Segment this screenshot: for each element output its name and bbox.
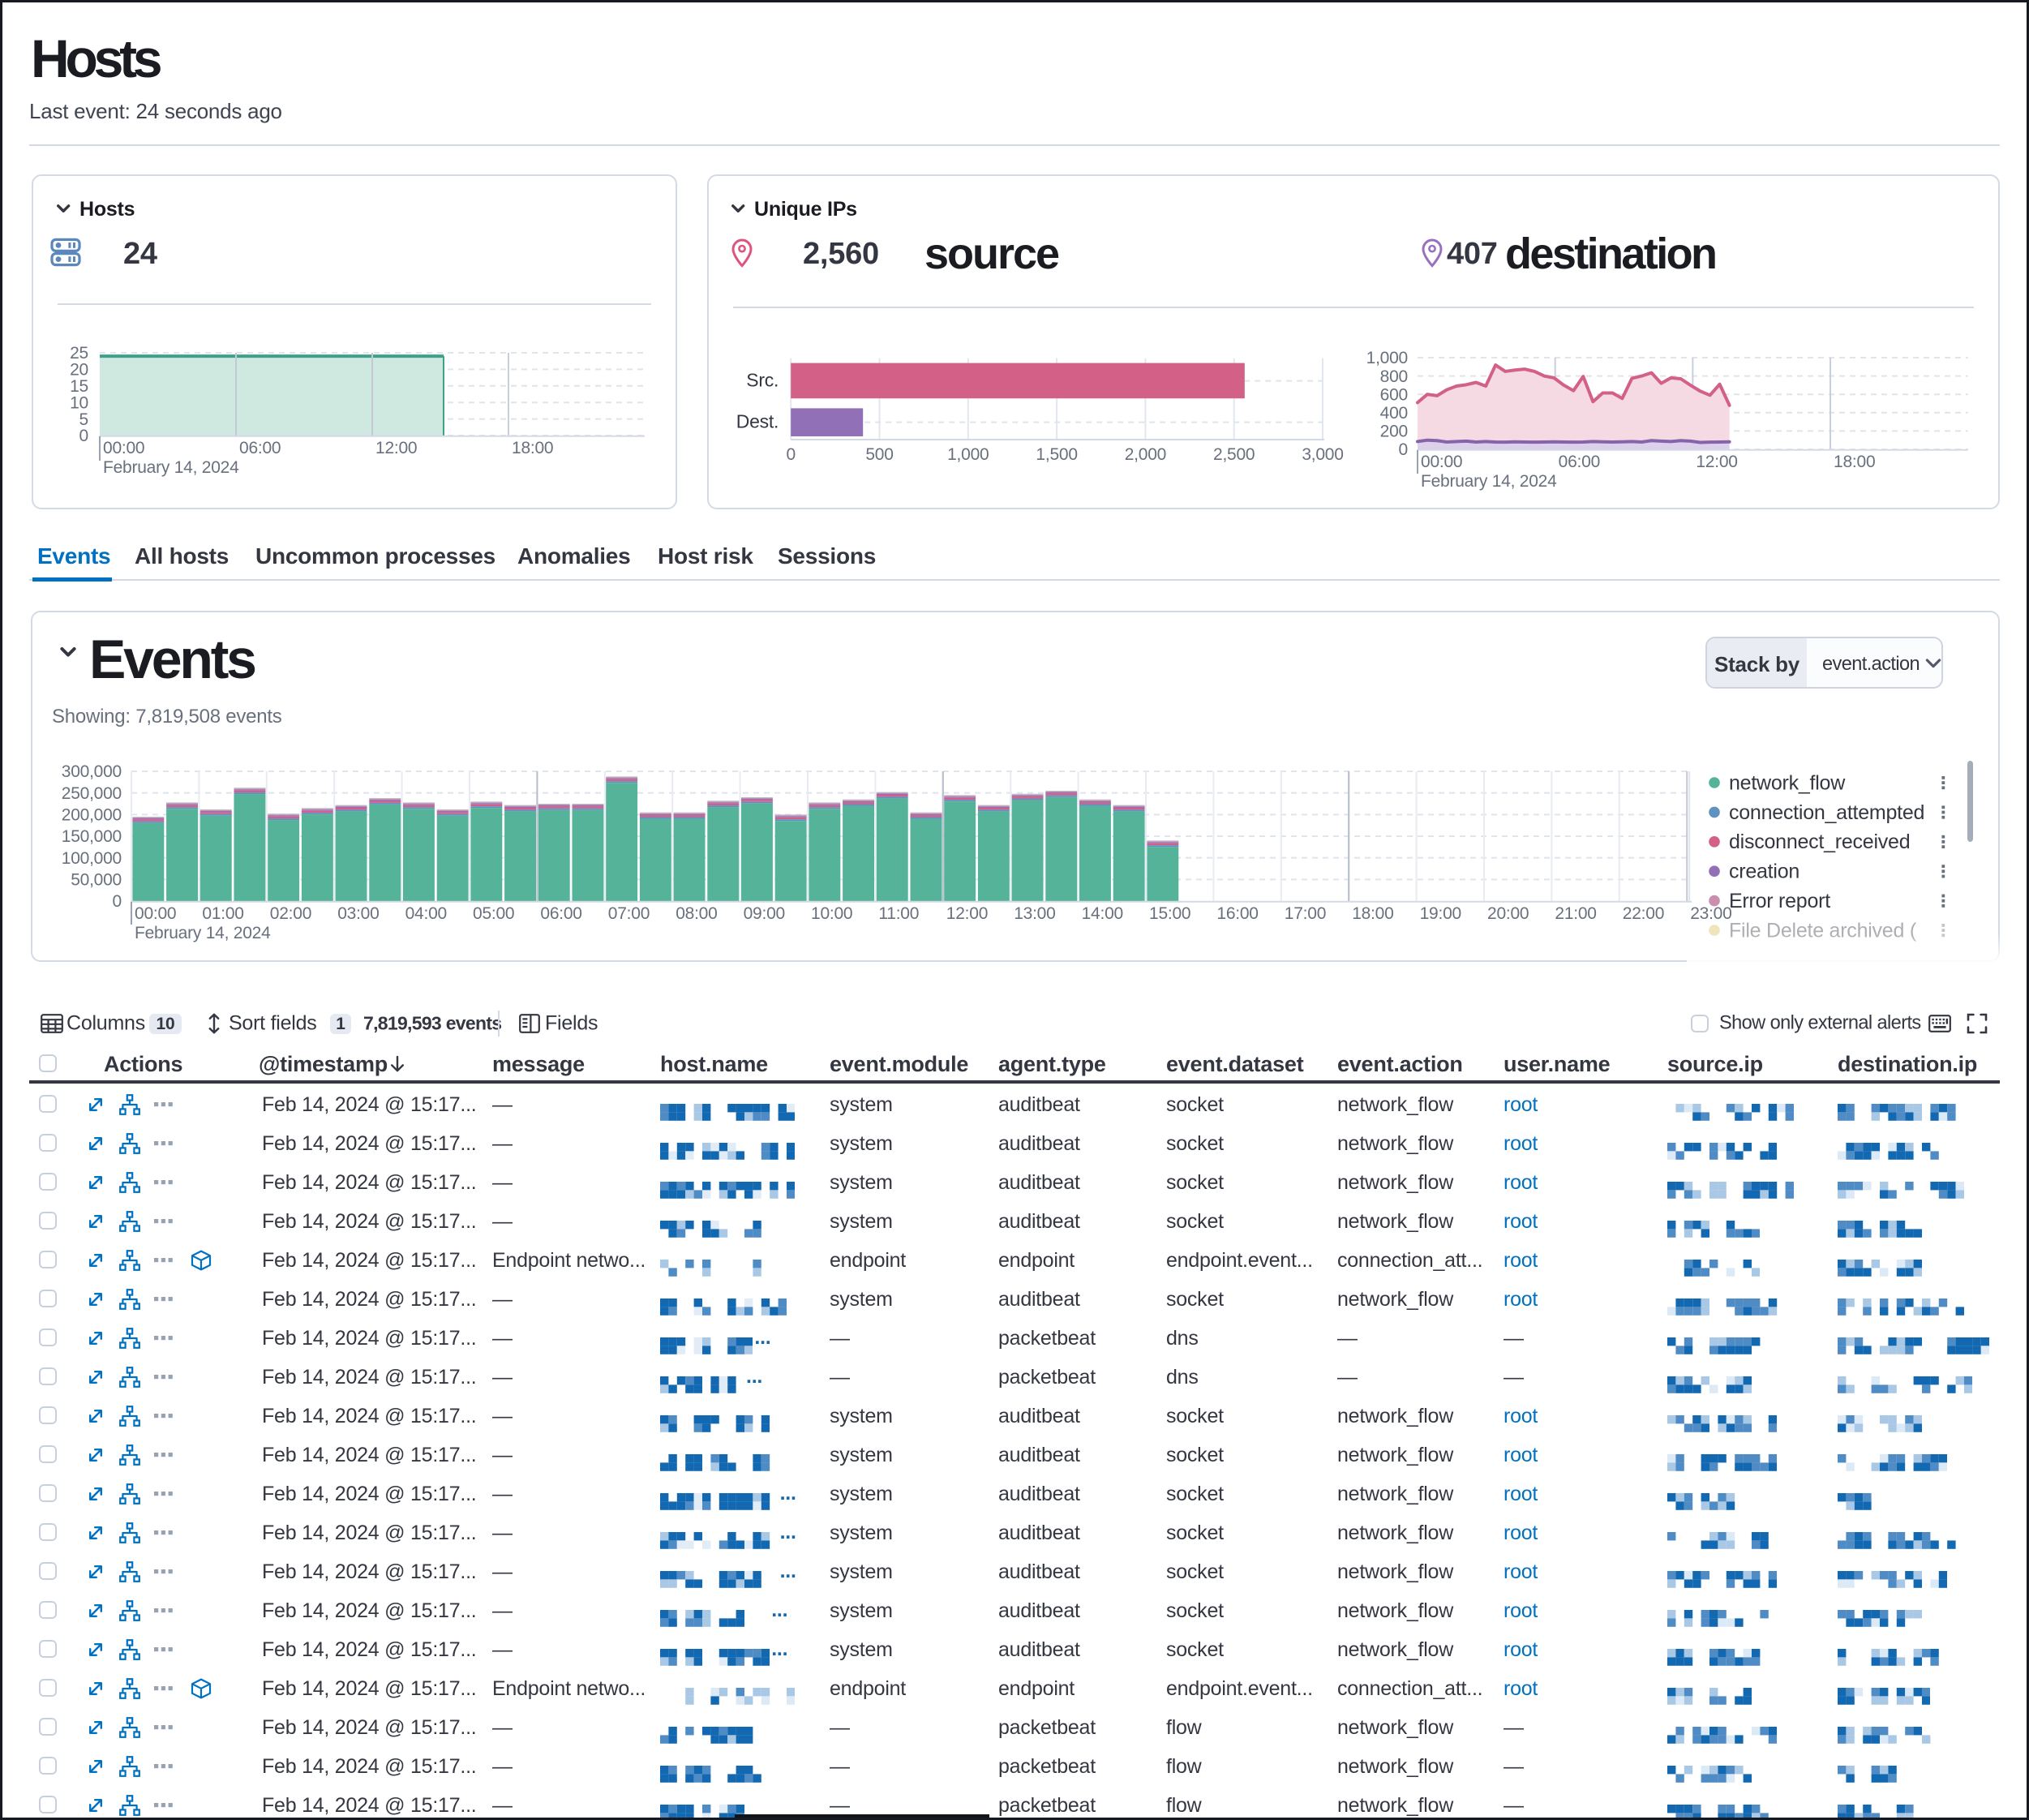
svg-text:16:00: 16:00 <box>1216 904 1258 923</box>
svg-text:February 14, 2024: February 14, 2024 <box>1421 472 1557 491</box>
svg-text:2,000: 2,000 <box>1125 445 1166 464</box>
svg-text:500: 500 <box>865 445 893 464</box>
svg-text:00:00: 00:00 <box>103 439 144 457</box>
svg-text:3,000: 3,000 <box>1302 445 1343 464</box>
svg-text:18:00: 18:00 <box>1352 904 1393 923</box>
svg-text:15:00: 15:00 <box>1149 904 1190 923</box>
svg-text:200: 200 <box>1380 423 1408 441</box>
svg-text:12:00: 12:00 <box>375 439 417 457</box>
svg-text:12:00: 12:00 <box>946 904 988 923</box>
svg-text:Error report: Error report <box>1729 890 1830 912</box>
svg-text:03:00: 03:00 <box>337 904 379 923</box>
svg-text:12:00: 12:00 <box>1696 453 1737 471</box>
svg-text:06:00: 06:00 <box>239 439 281 457</box>
svg-text:150,000: 150,000 <box>62 827 122 846</box>
svg-text:07:00: 07:00 <box>608 904 650 923</box>
svg-text:20:00: 20:00 <box>1487 904 1529 923</box>
svg-text:disconnect_received: disconnect_received <box>1729 831 1910 853</box>
svg-text:22:00: 22:00 <box>1623 904 1664 923</box>
svg-text:200,000: 200,000 <box>62 806 122 825</box>
svg-text:connection_attempted: connection_attempted <box>1729 801 1924 824</box>
svg-text:11:00: 11:00 <box>878 904 919 923</box>
svg-text:300,000: 300,000 <box>62 762 122 781</box>
svg-text:13:00: 13:00 <box>1014 904 1055 923</box>
svg-text:00:00: 00:00 <box>135 904 176 923</box>
svg-text:19:00: 19:00 <box>1420 904 1461 923</box>
svg-text:06:00: 06:00 <box>1559 453 1600 471</box>
svg-text:creation: creation <box>1729 861 1800 883</box>
svg-text:Dest.: Dest. <box>736 411 779 432</box>
svg-text:10:00: 10:00 <box>811 904 852 923</box>
svg-text:400: 400 <box>1380 404 1408 423</box>
svg-text:Src.: Src. <box>746 370 779 391</box>
svg-text:06:00: 06:00 <box>540 904 581 923</box>
svg-text:0: 0 <box>786 445 795 464</box>
svg-text:08:00: 08:00 <box>676 904 717 923</box>
svg-text:01:00: 01:00 <box>202 904 243 923</box>
svg-text:600: 600 <box>1380 385 1408 404</box>
svg-text:18:00: 18:00 <box>512 439 553 457</box>
svg-text:250,000: 250,000 <box>62 784 122 803</box>
svg-text:05:00: 05:00 <box>473 904 514 923</box>
svg-text:network_flow: network_flow <box>1729 771 1846 794</box>
svg-text:1,500: 1,500 <box>1036 445 1077 464</box>
svg-text:0: 0 <box>79 427 88 445</box>
svg-text:50,000: 50,000 <box>71 871 122 890</box>
svg-text:February 14, 2024: February 14, 2024 <box>135 924 271 942</box>
svg-text:2,500: 2,500 <box>1213 445 1255 464</box>
svg-text:1,000: 1,000 <box>1366 349 1408 367</box>
svg-text:0: 0 <box>113 892 122 911</box>
svg-text:02:00: 02:00 <box>270 904 311 923</box>
svg-text:14:00: 14:00 <box>1082 904 1123 923</box>
svg-text:1,000: 1,000 <box>947 445 989 464</box>
svg-text:23:00: 23:00 <box>1690 904 1731 923</box>
svg-text:00:00: 00:00 <box>1421 453 1462 471</box>
svg-text:21:00: 21:00 <box>1555 904 1596 923</box>
svg-text:04:00: 04:00 <box>405 904 447 923</box>
svg-text:100,000: 100,000 <box>62 849 122 868</box>
svg-text:17:00: 17:00 <box>1285 904 1326 923</box>
svg-text:February 14, 2024: February 14, 2024 <box>103 458 239 477</box>
svg-text:800: 800 <box>1380 367 1408 386</box>
svg-text:0: 0 <box>1399 440 1408 459</box>
svg-text:18:00: 18:00 <box>1834 453 1875 471</box>
svg-text:09:00: 09:00 <box>744 904 785 923</box>
